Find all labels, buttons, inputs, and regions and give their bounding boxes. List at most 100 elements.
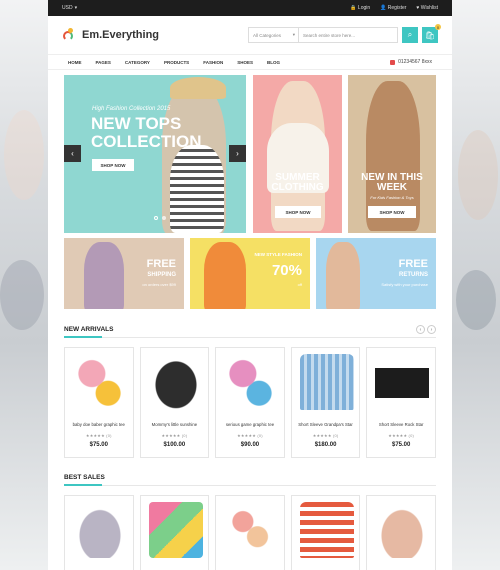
- product-image: [375, 354, 430, 410]
- background-kid: [456, 270, 496, 330]
- chevron-left-icon: ‹: [71, 149, 74, 158]
- slider-dot[interactable]: [154, 216, 158, 220]
- banner-summer-shop-button[interactable]: SHOP NOW: [275, 206, 321, 218]
- product-card[interactable]: [64, 495, 134, 570]
- phone-number: 01234567 8xxx: [390, 59, 432, 65]
- product-image: [375, 502, 430, 558]
- banner-new-title: NEW IN THIS WEEK: [361, 172, 423, 193]
- product-card[interactable]: [215, 495, 285, 570]
- product-rating: ★★★★★ (0): [237, 433, 263, 438]
- promo-free-returns[interactable]: FREE RETURNS Satisfy with your purchase: [316, 238, 436, 309]
- product-image: [148, 502, 203, 558]
- nav-category[interactable]: CATEGORY: [125, 60, 150, 65]
- login-link[interactable]: 🔒 Login: [350, 5, 370, 11]
- phone-icon: [390, 59, 396, 65]
- nav-products[interactable]: PRODUCTS: [164, 60, 189, 65]
- product-image: [299, 502, 354, 558]
- promo-subtitle: SHIPPING: [147, 272, 176, 278]
- nav-blog[interactable]: BLOG: [267, 60, 280, 65]
- slider-prev-button[interactable]: ‹: [64, 145, 81, 162]
- product-image: [224, 502, 279, 558]
- product-name[interactable]: Short Sleeve Rock Star: [367, 422, 435, 427]
- carousel-prev-button[interactable]: ‹: [416, 325, 425, 334]
- product-price: $100.00: [163, 442, 186, 448]
- banner-photo: [170, 145, 224, 233]
- nav-shoes[interactable]: SHOES: [237, 60, 253, 65]
- search-icon: ⌕: [407, 30, 413, 39]
- best-sales-list: [64, 495, 436, 570]
- category-select[interactable]: All Categories ▾: [249, 28, 299, 42]
- logo-icon: [62, 28, 78, 42]
- product-card[interactable]: [366, 495, 436, 570]
- slider-title: NEW TOPS COLLECTION: [91, 114, 202, 151]
- product-rating: ★★★★★ (0): [312, 433, 339, 438]
- product-card[interactable]: Short Sleeve Rock Star ★★★★★ (0) $75.00: [366, 347, 436, 458]
- section-accent: [64, 484, 102, 486]
- product-image: [224, 354, 279, 410]
- section-accent: [64, 336, 102, 338]
- product-rating: ★★★★★ (0): [85, 433, 112, 438]
- slider-subtitle: High Fashion Collection 2015: [92, 106, 171, 112]
- product-name[interactable]: baby doe baber graphic tee: [65, 422, 133, 427]
- nav-fashion[interactable]: FASHION: [203, 60, 223, 65]
- slider-dots: [154, 216, 166, 220]
- product-name[interactable]: serious game graphic tee: [216, 422, 284, 427]
- cart-button[interactable]: 🛍 0: [422, 24, 441, 43]
- promo-title: 70%: [271, 262, 302, 279]
- product-card[interactable]: [139, 495, 210, 570]
- brand-name: Em.Everything: [82, 29, 160, 41]
- main-nav: HOME PAGES CATEGORY PRODUCTS FASHION SHO…: [48, 54, 452, 70]
- register-link[interactable]: 👤 Register: [380, 5, 406, 11]
- promo-photo: [204, 242, 246, 309]
- carousel-next-button[interactable]: ›: [427, 325, 436, 334]
- product-price: $75.00: [89, 442, 108, 448]
- chevron-down-icon: ▾: [292, 32, 295, 37]
- search-button[interactable]: ⌕: [402, 27, 418, 43]
- product-image: [299, 354, 354, 410]
- section-divider: [64, 485, 436, 486]
- currency-select[interactable]: USD: [62, 5, 73, 11]
- product-card[interactable]: Mommy's little sunshine ★★★★★ (0) $100.0…: [139, 347, 210, 458]
- promo-sale[interactable]: NEW STYLE FASHION 70% off: [190, 238, 310, 309]
- promo-free-shipping[interactable]: FREE SHIPPING on orders over $99: [64, 238, 184, 309]
- product-card[interactable]: baby doe baber graphic tee ★★★★★ (0) $75…: [64, 347, 134, 458]
- promo-strip: FREE SHIPPING on orders over $99 NEW STY…: [64, 238, 436, 309]
- top-bar: USD ▾ 🔒 Login 👤 Register ♥ Wishlist: [48, 0, 452, 16]
- banner-summer[interactable]: SUMMER CLOTHING SHOP NOW: [253, 75, 342, 233]
- product-rating: ★★★★★ (0): [388, 433, 415, 438]
- new-arrivals-list: baby doe baber graphic tee ★★★★★ (0) $75…: [64, 347, 436, 458]
- slider-next-button[interactable]: ›: [229, 145, 246, 162]
- promo-title: FREE: [398, 258, 428, 270]
- banner-new-in[interactable]: NEW IN THIS WEEK For Kids Fashion & Toys…: [348, 75, 436, 233]
- cart-count-badge: 0: [435, 24, 441, 30]
- product-name[interactable]: Short Sleeve Grandpa's Star: [292, 422, 360, 427]
- search-input[interactable]: Search entire store here...: [299, 33, 397, 38]
- background-kid: [4, 110, 44, 200]
- promo-caption: off: [297, 282, 302, 287]
- wishlist-link[interactable]: ♥ Wishlist: [416, 5, 438, 11]
- nav-pages[interactable]: PAGES: [96, 60, 111, 65]
- product-card[interactable]: [290, 495, 361, 570]
- hero-slider[interactable]: High Fashion Collection 2015 NEW TOPS CO…: [64, 75, 246, 233]
- banner-new-shop-button[interactable]: SHOP NOW: [368, 206, 416, 218]
- product-card[interactable]: Short Sleeve Grandpa's Star ★★★★★ (0) $1…: [290, 347, 361, 458]
- slider-shop-button[interactable]: SHOP NOW: [92, 159, 134, 171]
- slider-dot[interactable]: [162, 216, 166, 220]
- nav-home[interactable]: HOME: [68, 60, 82, 65]
- promo-photo: [326, 242, 360, 309]
- search-bar: All Categories ▾ Search entire store here…: [248, 27, 398, 43]
- product-image: [73, 354, 127, 410]
- product-card[interactable]: serious game graphic tee ★★★★★ (0) $90.0…: [215, 347, 285, 458]
- page: USD ▾ 🔒 Login 👤 Register ♥ Wishlist Em.E…: [48, 0, 452, 570]
- logo[interactable]: Em.Everything: [62, 28, 159, 42]
- background-kid: [458, 130, 498, 220]
- product-rating: ★★★★★ (0): [161, 433, 188, 438]
- product-image: [73, 502, 127, 558]
- product-price: $180.00: [314, 442, 337, 448]
- promo-title: FREE: [146, 258, 176, 270]
- promo-caption: on orders over $99: [142, 282, 176, 287]
- header: Em.Everything All Categories ▾ Search ent…: [48, 16, 452, 54]
- chevron-right-icon: ›: [236, 149, 239, 158]
- banner-summer-title: SUMMER CLOTHING: [271, 172, 324, 193]
- product-name[interactable]: Mommy's little sunshine: [141, 422, 209, 427]
